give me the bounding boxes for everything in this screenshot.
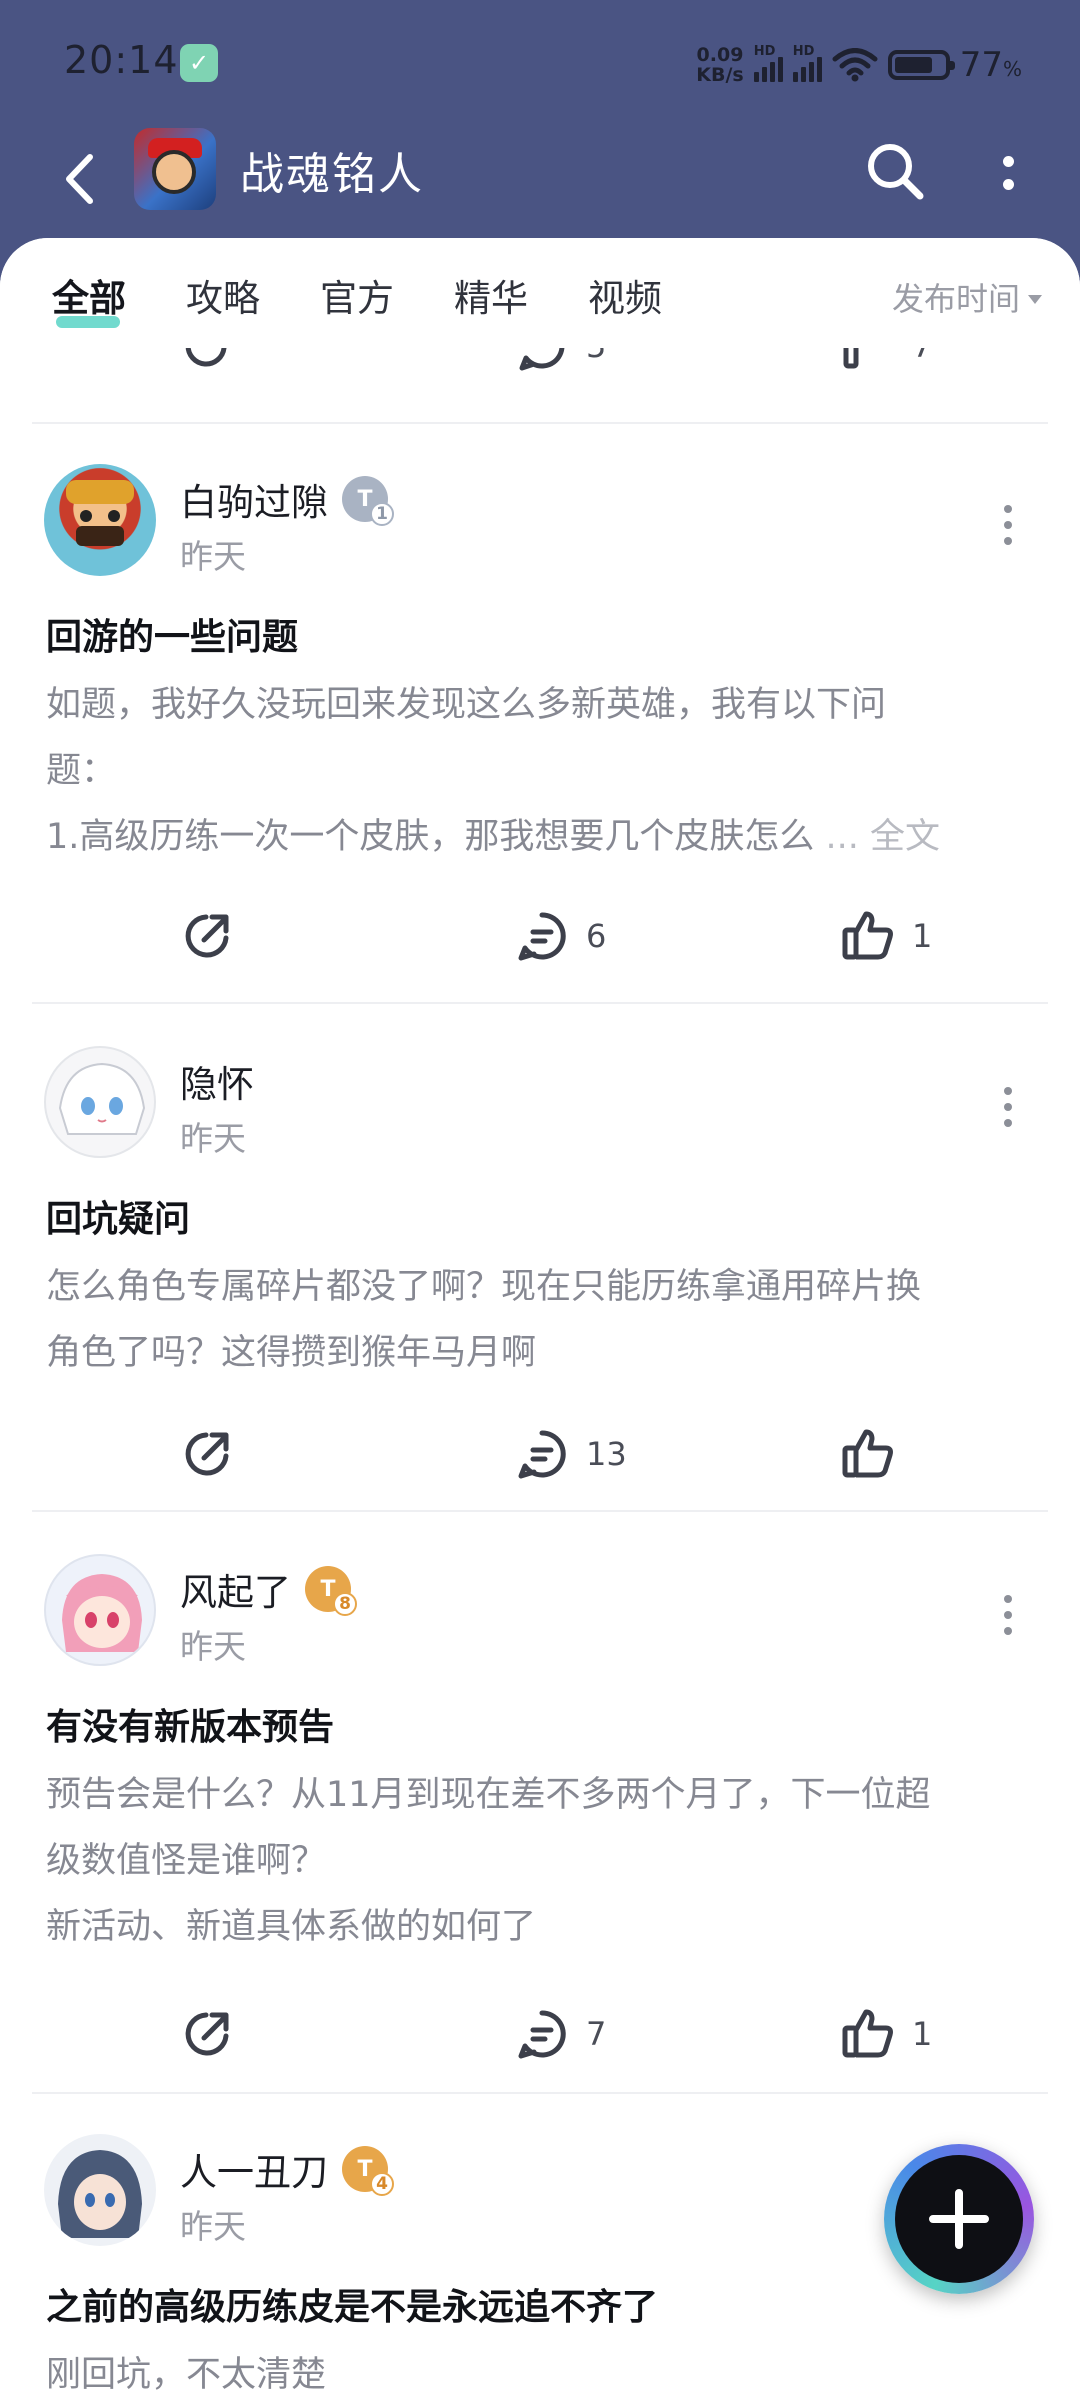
search-button[interactable] <box>860 136 932 208</box>
level-badge: T8 <box>305 1566 357 1616</box>
battery-icon <box>887 50 955 80</box>
post-more-button[interactable] <box>990 1082 1026 1132</box>
author-row: 隐怀 <box>180 1054 254 1108</box>
post-more-button[interactable] <box>990 500 1026 550</box>
share-icon <box>185 2012 229 2056</box>
post-body[interactable]: 预告会是什么？从11月到现在差不多两个月了，下一位超 级数值怪是谁啊？ 新活动、… <box>46 1762 1036 1960</box>
caret-down-icon <box>1028 294 1042 304</box>
like-button[interactable]: 1 <box>840 2002 932 2066</box>
network-speed: 0.09 KB/s <box>696 44 744 86</box>
author-row: 风起了 T8 <box>180 1562 357 1616</box>
search-icon <box>868 144 924 200</box>
author-row: 人一丑刀 T4 <box>180 2142 394 2196</box>
back-button[interactable] <box>50 146 110 212</box>
avatar[interactable] <box>44 2134 156 2246</box>
share-icon <box>185 914 229 958</box>
signal-1-icon: HD <box>753 44 783 82</box>
like-count: 1 <box>912 917 933 955</box>
post-title[interactable]: 回坑疑问 <box>46 1190 190 1242</box>
level-badge: T1 <box>342 476 394 526</box>
create-post-button[interactable] <box>884 2144 1034 2294</box>
game-icon[interactable] <box>134 128 216 210</box>
post-title[interactable]: 有没有新版本预告 <box>46 1698 334 1750</box>
comment-icon <box>518 1430 566 1479</box>
comment-count: 13 <box>586 1435 627 1473</box>
back-icon <box>66 154 93 204</box>
avatar[interactable] <box>44 464 156 576</box>
status-time: 20:14 <box>64 38 179 82</box>
avatar[interactable] <box>44 1046 156 1158</box>
battery-percent: 77% <box>959 45 1022 85</box>
read-more-link[interactable]: ... 全文 <box>826 817 941 857</box>
share-icon <box>185 1432 229 1476</box>
tab-official[interactable]: 官方 <box>320 268 394 322</box>
comment-count: 6 <box>586 917 607 955</box>
notification-app-icon: ✓ <box>180 44 218 82</box>
share-button[interactable] <box>180 904 236 968</box>
post-more-button[interactable] <box>990 1590 1026 1640</box>
post-actions: 13 <box>0 1422 1080 1486</box>
status-bar: 20:14 ✓ 0.09 KB/s HD HD 77% <box>0 0 1080 128</box>
comment-button[interactable]: 7 <box>514 2002 606 2066</box>
post-time: 昨天 <box>180 1627 246 1666</box>
thumbs-up-icon <box>842 911 893 960</box>
sort-label: 发布时间 <box>891 280 1020 318</box>
thumbs-up-icon <box>842 2009 893 2058</box>
author-name[interactable]: 风起了 <box>180 1562 291 1616</box>
post-time: 昨天 <box>180 2207 246 2246</box>
like-button[interactable] <box>840 1422 912 1486</box>
comment-button[interactable]: 13 <box>514 1422 627 1486</box>
comment-count: 7 <box>586 2015 607 2053</box>
author-row: 白驹过隙 T1 <box>180 472 394 526</box>
comment-button[interactable]: 6 <box>514 904 606 968</box>
like-button[interactable]: 1 <box>840 904 932 968</box>
post-time: 昨天 <box>180 1119 246 1158</box>
more-icon <box>1004 1087 1012 1095</box>
post-actions: 6 1 <box>0 904 1080 968</box>
comment-icon <box>518 912 566 961</box>
category-tabs: 全部 攻略 官方 精华 视频 发布时间 <box>0 238 1080 348</box>
tab-featured[interactable]: 精华 <box>454 268 528 322</box>
sort-dropdown[interactable]: 发布时间 <box>892 274 1042 320</box>
more-options-button[interactable] <box>990 138 1026 208</box>
tab-videos[interactable]: 视频 <box>588 268 662 322</box>
page-title: 战魂铭人 <box>240 149 424 200</box>
divider <box>32 422 1048 424</box>
author-name[interactable]: 隐怀 <box>180 1054 254 1108</box>
divider <box>32 1510 1048 1512</box>
thumbs-up-icon <box>842 1429 893 1478</box>
like-count: 1 <box>912 2015 933 2053</box>
tab-all[interactable]: 全部 <box>52 268 126 322</box>
status-indicators: 0.09 KB/s HD HD 77% <box>696 40 1022 90</box>
more-icon <box>1004 505 1012 513</box>
more-icon <box>1004 1595 1012 1603</box>
post-body[interactable]: 如题，我好久没玩回来发现这么多新英雄，我有以下问 题： 1.高级历练一次一个皮肤… <box>46 672 1036 870</box>
post-body[interactable]: 刚回坑，不太清楚 <box>46 2342 1036 2400</box>
more-icon <box>1002 156 1014 167</box>
app-header: 战魂铭人 <box>0 128 1080 240</box>
share-button[interactable] <box>180 1422 236 1486</box>
post-body[interactable]: 怎么角色专属碎片都没了啊？现在只能历练拿通用碎片换 角色了吗？这得攒到猴年马月啊 <box>46 1254 1036 1386</box>
content-panel: 全部 攻略 官方 精华 视频 发布时间 5 7 <box>0 238 1080 2400</box>
avatar[interactable] <box>44 1554 156 1666</box>
post-title[interactable]: 之前的高级历练皮是不是永远追不齐了 <box>46 2278 658 2330</box>
level-badge: T4 <box>342 2146 394 2196</box>
divider <box>32 2092 1048 2094</box>
signal-2-icon: HD <box>792 44 822 82</box>
author-name[interactable]: 白驹过隙 <box>180 472 328 526</box>
comment-icon <box>518 2010 566 2059</box>
tab-guides[interactable]: 攻略 <box>186 268 260 322</box>
post-title[interactable]: 回游的一些问题 <box>46 608 298 660</box>
post-time: 昨天 <box>180 537 246 576</box>
divider <box>32 1002 1048 1004</box>
wifi-icon <box>832 48 878 82</box>
author-name[interactable]: 人一丑刀 <box>180 2142 328 2196</box>
plus-icon <box>929 2189 989 2249</box>
post-actions: 7 1 <box>0 2002 1080 2066</box>
share-button[interactable] <box>180 2002 236 2066</box>
